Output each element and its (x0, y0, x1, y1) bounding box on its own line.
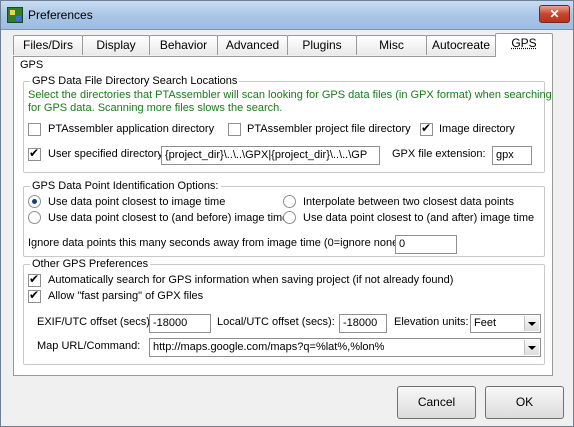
elevation-units-select[interactable]: Feet (470, 314, 541, 333)
elevation-units-label: Elevation units: (394, 316, 469, 328)
tab-autocreate[interactable]: Autocreate (426, 35, 496, 55)
auto-search-checkbox[interactable] (28, 272, 41, 287)
tab-display[interactable]: Display (82, 35, 150, 55)
project-directory-checkbox[interactable] (228, 123, 241, 136)
search-description-line1: Select the directories that PTAssembler … (28, 89, 552, 101)
closest-after-label: Use data point closest to (and after) im… (303, 212, 535, 224)
user-directory-checkbox[interactable] (28, 146, 41, 161)
other-preferences-group: Other GPS Preferences Automatically sear… (23, 258, 545, 365)
exif-offset-input[interactable]: -18000 (149, 314, 211, 333)
close-button[interactable]: ✕ (539, 5, 570, 23)
tab-misc[interactable]: Misc (356, 35, 427, 55)
window-title: Preferences (28, 8, 93, 22)
gpx-extension-input[interactable]: gpx (492, 146, 532, 165)
map-url-value: http://maps.google.com/maps?q=%lat%,%lon… (153, 341, 385, 353)
user-directory-label: User specified directory: (48, 148, 166, 160)
interpolate-radio[interactable] (283, 195, 296, 208)
image-directory-label: Image directory (439, 123, 515, 135)
map-url-combobox[interactable]: http://maps.google.com/maps?q=%lat%,%lon… (149, 338, 541, 357)
title-bar[interactable]: Preferences ✕ (1, 1, 573, 30)
app-directory-checkbox[interactable] (28, 123, 41, 136)
identification-options-label: GPS Data Point Identification Options: (30, 180, 221, 192)
app-icon (7, 7, 23, 23)
ok-button[interactable]: OK (485, 386, 564, 419)
closest-image-time-label: Use data point closest to image time (48, 196, 226, 208)
chevron-down-icon[interactable] (524, 316, 539, 331)
other-preferences-label: Other GPS Preferences (30, 258, 151, 270)
project-directory-label: PTAssembler project file directory (247, 123, 411, 135)
cancel-button[interactable]: Cancel (397, 386, 476, 419)
local-offset-input[interactable]: -18000 (339, 314, 387, 333)
tab-files-dirs[interactable]: Files/Dirs (13, 35, 83, 55)
image-directory-checkbox[interactable] (420, 121, 433, 136)
search-description-line2: for GPS data. Scanning more files slows … (28, 102, 283, 114)
elevation-units-value: Feet (474, 317, 497, 329)
user-directory-input[interactable]: {project_dir}\..\..\GPX|{project_dir}\..… (161, 146, 380, 165)
tab-advanced[interactable]: Advanced (217, 35, 288, 55)
preferences-window: Preferences ✕ Files/Dirs Display Behavio… (0, 0, 574, 427)
ignore-seconds-label: Ignore data points this many seconds awa… (28, 237, 405, 249)
closest-before-label: Use data point closest to (and before) i… (48, 212, 289, 224)
search-locations-group: GPS Data File Directory Search Locations… (23, 75, 552, 173)
exif-offset-label: EXIF/UTC offset (secs): (37, 316, 153, 328)
gps-tab-panel: GPS GPS Data File Directory Search Locat… (13, 56, 553, 376)
app-directory-label: PTAssembler application directory (48, 123, 215, 135)
chevron-down-icon[interactable] (524, 340, 539, 355)
auto-search-label: Automatically search for GPS information… (48, 274, 454, 286)
tab-plugins[interactable]: Plugins (287, 35, 357, 55)
search-locations-label: GPS Data File Directory Search Locations (30, 75, 240, 87)
closest-before-radio[interactable] (28, 211, 41, 224)
ignore-seconds-input[interactable]: 0 (395, 235, 457, 254)
tab-gps[interactable]: GPS (495, 33, 553, 57)
interpolate-label: Interpolate between two closest data poi… (303, 196, 514, 208)
gps-section-label: GPS (20, 59, 44, 71)
local-offset-label: Local/UTC offset (secs): (217, 316, 335, 328)
map-url-label: Map URL/Command: (37, 340, 141, 352)
gpx-extension-label: GPX file extension: (392, 148, 486, 160)
fast-parsing-checkbox[interactable] (28, 288, 41, 303)
identification-options-group: GPS Data Point Identification Options: U… (23, 180, 545, 257)
closest-image-time-radio[interactable] (28, 195, 41, 208)
fast-parsing-label: Allow "fast parsing" of GPX files (48, 290, 204, 302)
closest-after-radio[interactable] (283, 211, 296, 224)
tab-behavior[interactable]: Behavior (149, 35, 218, 55)
